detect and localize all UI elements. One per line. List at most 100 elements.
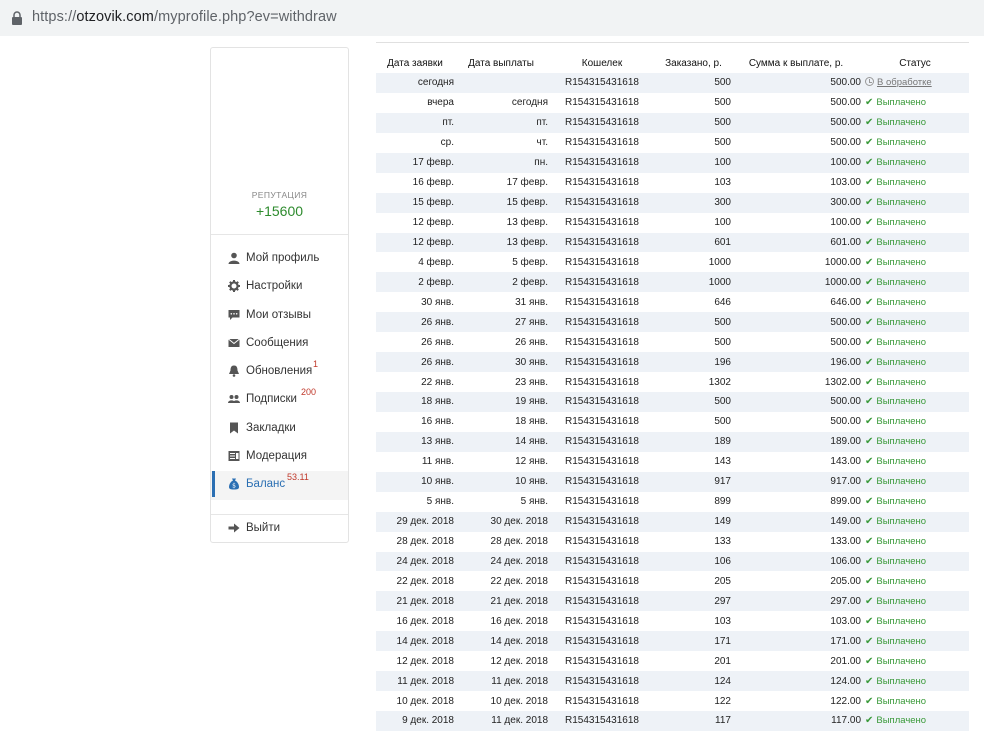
header-status: Статус	[899, 57, 931, 69]
menu-item-moderation[interactable]: Модерация	[211, 443, 348, 471]
menu-item-messages[interactable]: Сообщения	[211, 330, 348, 358]
cell-wallet: R154315431618	[565, 376, 639, 388]
cell-ordered: 601	[714, 236, 731, 248]
status-paid: ✔ Выплачено	[861, 237, 926, 248]
cell-request-date: 13 янв.	[421, 436, 454, 448]
menu-item-subscriptions[interactable]: Подписки 200	[211, 386, 348, 414]
check-icon: ✔	[865, 236, 874, 248]
cell-request-date: 10 дек. 2018	[396, 695, 454, 707]
cell-payout-date: 12 янв.	[515, 456, 548, 468]
status-paid: ✔ Выплачено	[861, 676, 926, 687]
cell-payout-date: 24 дек. 2018	[490, 555, 548, 567]
cell-ordered: 1302	[708, 376, 731, 388]
table-row: 16 дек. 2018 16 дек. 2018 R154315431618 103…	[376, 611, 969, 632]
status-text: Выплачено	[876, 555, 927, 567]
table-row: 29 дек. 2018 30 дек. 2018 R154315431618 149…	[376, 511, 969, 532]
cell-ordered: 143	[714, 456, 731, 468]
table-row: 15 февр. 15 февр. R154315431618 300 300.00 ✔ В…	[376, 192, 969, 213]
cell-status: ✔ Выплачено	[861, 512, 969, 532]
url-text[interactable]: https://otzovik.com/myprofile.php?ev=wit…	[32, 9, 337, 25]
check-icon: ✔	[865, 456, 874, 468]
cell-payout-amount: 500.00	[830, 416, 861, 428]
status-paid: ✔ Выплачено	[861, 576, 926, 587]
cell-payout-date: пн.	[534, 157, 548, 169]
check-icon: ✔	[865, 137, 874, 149]
table-row: 22 янв. 23 янв. R154315431618 1302 1302.00 ✔ В…	[376, 372, 969, 392]
check-icon: ✔	[865, 197, 874, 209]
check-icon: ✔	[865, 376, 874, 388]
cell-payout-amount: 300.00	[830, 197, 861, 209]
cell-payout-amount: 899.00	[830, 496, 861, 508]
cell-request-date: 11 янв.	[421, 456, 454, 468]
updates-count-badge: 1	[313, 359, 319, 370]
cell-wallet: R154315431618	[565, 555, 639, 567]
cell-payout-date: 2 февр.	[512, 276, 548, 288]
cell-status: ✔ Выплачено	[861, 552, 969, 572]
table-row: 12 дек. 2018 12 дек. 2018 R154315431618 201…	[376, 651, 969, 672]
cell-payout-date: 17 февр.	[506, 177, 548, 189]
menu-item-updates[interactable]: Обновления 1	[211, 358, 348, 386]
menu-item-settings[interactable]: Настройки	[211, 273, 348, 301]
menu-item-reviews[interactable]: Мои отзывы	[211, 302, 348, 330]
cell-payout-date: 14 дек. 2018	[490, 635, 548, 647]
cell-request-date: 22 дек. 2018	[396, 575, 454, 587]
cell-status: ✔ Выплачено	[861, 631, 969, 651]
status-paid: ✔ Выплачено	[861, 496, 926, 507]
cell-payout-amount: 601.00	[830, 236, 861, 248]
status-paid: ✔ Выплачено	[861, 596, 926, 607]
check-icon: ✔	[865, 217, 874, 229]
cell-status: ✔ Выплачено	[861, 252, 969, 272]
status-paid: ✔ Выплачено	[861, 536, 926, 547]
cell-ordered: 103	[714, 177, 731, 189]
status-paid: ✔ Выплачено	[861, 257, 926, 268]
status-paid: ✔ Выплачено	[861, 137, 926, 148]
cell-ordered: 500	[714, 416, 731, 428]
cell-request-date: 16 янв.	[421, 416, 454, 428]
status-text[interactable]: В обработке	[877, 77, 932, 88]
header-payout-amount: Сумма к выплате, р.	[748, 57, 844, 69]
menu-item-label: Сообщения	[246, 336, 309, 349]
status-text: Выплачено	[876, 615, 927, 627]
cell-status[interactable]: В обработке	[861, 73, 969, 93]
check-icon: ✔	[865, 256, 874, 268]
status-text: Выплачено	[876, 396, 927, 408]
status-paid: ✔ Выплачено	[861, 696, 926, 707]
check-icon: ✔	[865, 356, 874, 368]
status-text: Выплачено	[876, 655, 927, 667]
cell-status: ✔ Выплачено	[861, 432, 969, 452]
cell-payout-amount: 143.00	[830, 456, 861, 468]
subscriptions-count-badge: 200	[301, 387, 317, 398]
status-paid: ✔ Выплачено	[861, 157, 926, 168]
logout-button[interactable]: Выйти	[211, 519, 348, 543]
cell-ordered: 205	[714, 575, 731, 587]
table-row: 10 дек. 2018 10 дек. 2018 R154315431618 122…	[376, 691, 969, 711]
cell-wallet: R154315431618	[565, 655, 639, 667]
cell-wallet: R154315431618	[565, 217, 639, 229]
menu-item-balance[interactable]: $ Баланс 53.11	[211, 471, 348, 500]
menu-item-profile[interactable]: Мой профиль	[211, 245, 348, 273]
cell-payout-date: 13 февр.	[506, 217, 548, 229]
cell-request-date: 9 дек. 2018	[402, 715, 454, 727]
status-paid: ✔ Выплачено	[861, 476, 926, 487]
table-row: 26 янв. 30 янв. R154315431618 196 196.00 ✔ Вып…	[376, 352, 969, 373]
cell-payout-amount: 646.00	[830, 296, 861, 308]
cell-ordered: 201	[714, 655, 731, 667]
cell-status: ✔ Выплачено	[861, 571, 969, 591]
table-row: 28 дек. 2018 28 дек. 2018 R154315431618 133…	[376, 531, 969, 552]
address-bar[interactable]: https://otzovik.com/myprofile.php?ev=wit…	[0, 0, 984, 36]
cell-status: ✔ Выплачено	[861, 213, 969, 233]
menu-item-bookmarks[interactable]: Закладки	[211, 415, 348, 443]
envelope-icon	[228, 338, 240, 347]
table-row: 26 янв. 27 янв. R154315431618 500 500.00 ✔ Вып…	[376, 312, 969, 333]
cell-payout-date: 14 янв.	[515, 436, 548, 448]
status-text: Выплачено	[876, 376, 927, 388]
table-row: 9 дек. 2018 11 дек. 2018 R154315431618 117 1…	[376, 711, 969, 731]
profile-sidebar: РЕПУТАЦИЯ +15600 Мой профиль Настройки М…	[210, 47, 349, 543]
cell-request-date: 18 янв.	[421, 396, 454, 408]
check-icon: ✔	[865, 655, 874, 667]
check-icon: ✔	[865, 715, 874, 727]
cell-ordered: 500	[714, 396, 731, 408]
cell-ordered: 297	[714, 595, 731, 607]
status-paid: ✔ Выплачено	[861, 636, 926, 647]
reputation-value: +15600	[255, 203, 304, 219]
